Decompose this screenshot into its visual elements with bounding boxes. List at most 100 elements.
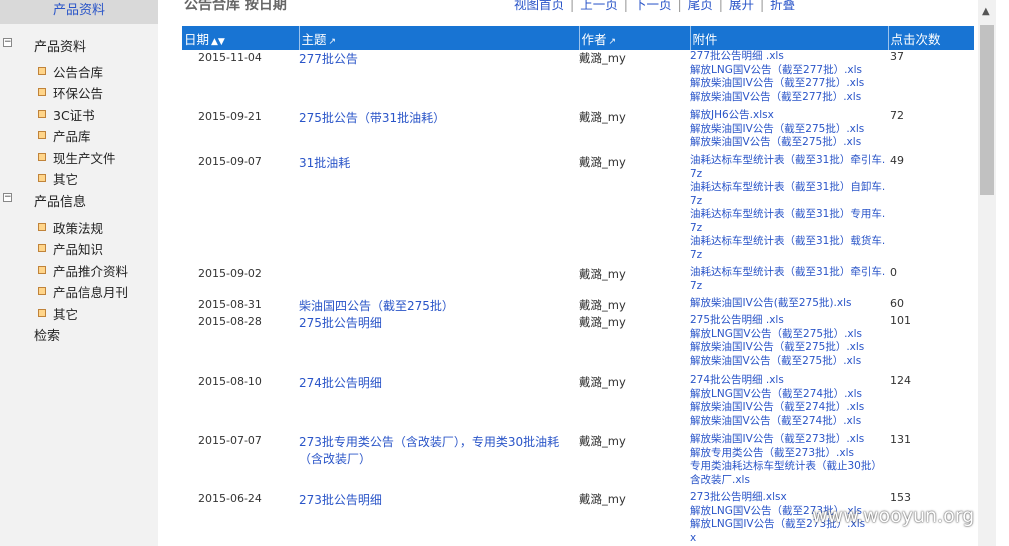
subject-link[interactable]: 31批油耗 (299, 156, 350, 170)
collapse-toggle-icon[interactable]: − (3, 193, 12, 202)
sidebar: 产品资料 − 产品资料 公告合库 环保公告 3C证书 产品库 现生产文件 其它 … (0, 0, 158, 546)
attachment-link[interactable]: 273批公告明细.xlsx (690, 491, 888, 505)
sidebar-item-notice-library[interactable]: 公告合库 (38, 62, 103, 81)
sidebar-item-policy[interactable]: 政策法规 (38, 218, 103, 237)
cell-author: 戴潞_my (579, 492, 626, 506)
sidebar-item-other-2[interactable]: 其它 (38, 304, 78, 323)
scroll-up-arrow-icon[interactable]: ▲ (982, 6, 990, 17)
attachment-link[interactable]: 275批公告明细 .xls (690, 314, 888, 328)
attachment-link[interactable]: 解放LNG国V公告（截至274批）.xls (690, 388, 888, 402)
table-row: 2015-08-31 柴油国四公告（截至275批） 戴潞_my 解放柴油国IV公告(截… (182, 297, 974, 314)
square-bullet-icon (38, 287, 46, 295)
cell-date: 2015-09-02 (198, 267, 262, 280)
subject-link[interactable]: 柴油国四公告（截至275批） (299, 299, 454, 313)
cell-author: 戴潞_my (579, 267, 626, 281)
prev-page-link[interactable]: 上一页 (580, 0, 618, 12)
attachment-link[interactable]: 专用类油耗达标车型统计表（截止30批）含改装厂.xls (690, 460, 888, 487)
square-bullet-icon (38, 67, 46, 75)
table-header-row: 日期 ▲▼ 主题 ↗ 作者 ↗ 附件 点击次数 (182, 26, 974, 50)
sidebar-item-production-docs[interactable]: 现生产文件 (38, 148, 116, 167)
sidebar-section-product-info[interactable]: − 产品信息 (0, 191, 158, 210)
watermark: www.wooyun.org (812, 505, 975, 527)
cell-author: 戴潞_my (579, 434, 626, 448)
subject-link[interactable]: 273批公告明细 (299, 493, 382, 507)
attachment-link[interactable]: 解放柴油国IV公告（截至275批）.xls (690, 341, 888, 355)
sidebar-section-product-data[interactable]: − 产品资料 (0, 36, 158, 55)
sidebar-search-link[interactable]: 检索 (34, 325, 60, 344)
attachment-link[interactable]: 解放柴油国IV公告（截至277批）.xls (690, 77, 888, 91)
sort-arrow-icon[interactable]: ↗ (609, 37, 617, 47)
sidebar-item-knowledge[interactable]: 产品知识 (38, 239, 103, 258)
cell-subject (299, 266, 579, 297)
table-row: 2015-08-10 274批公告明细 戴潞_my 274批公告明细 .xls 解放LN… (182, 374, 974, 433)
attachment-link[interactable]: 油耗达标车型统计表（截至31批）牵引车.7z (690, 266, 888, 293)
notice-table: 日期 ▲▼ 主题 ↗ 作者 ↗ 附件 点击次数 2015-11-04 277批公告戴潞_… (182, 26, 974, 545)
expand-link[interactable]: 展开 (729, 0, 754, 12)
attachment-link[interactable]: 解放柴油国IV公告（截至273批）.xls (690, 433, 888, 447)
attachment-link[interactable]: 解放LNG国V公告（截至277批）.xls (690, 64, 888, 78)
subject-link[interactable]: 274批公告明细 (299, 376, 382, 390)
attachment-link[interactable]: 解放柴油国IV公告(截至275批).xls (690, 297, 888, 311)
cell-clicks: 131 (890, 433, 911, 446)
sidebar-item-3c-cert[interactable]: 3C证书 (38, 105, 95, 124)
attachment-link[interactable]: 解放LNG国V公告（截至275批）.xls (690, 328, 888, 342)
sidebar-item-env-notice[interactable]: 环保公告 (38, 83, 103, 102)
attachment-link[interactable]: 油耗达标车型统计表（截至31批）载货车.7z (690, 235, 888, 262)
attachment-link[interactable]: 274批公告明细 .xls (690, 374, 888, 388)
table-row: 2015-07-07 273批专用类公告（含改装厂），专用类30批油耗（含改装厂）… (182, 433, 974, 491)
attachment-link[interactable]: 解放柴油国IV公告（截至275批）.xls (690, 123, 888, 137)
collapse-toggle-icon[interactable]: − (3, 38, 12, 47)
attachment-link[interactable]: 277批公告明细 .xls (690, 50, 888, 64)
cell-subject: 273批专用类公告（含改装厂），专用类30批油耗（含改装厂） (299, 433, 579, 491)
sidebar-item-other[interactable]: 其它 (38, 169, 78, 188)
cell-date: 2015-08-31 (198, 298, 262, 311)
cell-attachments: 274批公告明细 .xls 解放LNG国V公告（截至274批）.xls 解放柴油国I… (690, 374, 888, 433)
subject-link[interactable]: 277批公告 (299, 52, 358, 66)
view-pager: 视图首页 | 上一页 | 下一页 | 尾页 | 展开 | 折叠 (514, 0, 795, 13)
attachment-link[interactable]: 解放柴油国IV公告（截至274批）.xls (690, 401, 888, 415)
column-header-clicks: 点击次数 (888, 26, 974, 50)
cell-clicks: 101 (890, 314, 911, 327)
subject-link[interactable]: 273批专用类公告（含改装厂），专用类30批油耗（含改装厂） (299, 435, 559, 466)
last-page-link[interactable]: 尾页 (688, 0, 713, 12)
attachment-link[interactable]: 解放柴油国V公告（截至275批）.xls (690, 355, 888, 369)
cell-author: 戴潞_my (579, 375, 626, 389)
column-header-date[interactable]: 日期 ▲▼ (182, 26, 300, 50)
cell-clicks: 72 (890, 109, 904, 122)
column-header-attachments: 附件 (690, 26, 889, 50)
attachment-link[interactable]: 解放JH6公告.xlsx (690, 109, 888, 123)
column-header-subject[interactable]: 主题 ↗ (299, 26, 580, 50)
cell-date: 2015-11-04 (198, 51, 262, 64)
attachment-link[interactable]: 油耗达标车型统计表（截至31批）牵引车.7z (690, 154, 888, 181)
subject-link[interactable]: 275批公告明细 (299, 316, 382, 330)
attachment-link[interactable]: 油耗达标车型统计表（截至31批）专用车.7z (690, 208, 888, 235)
sidebar-item-promo[interactable]: 产品推介资料 (38, 261, 128, 280)
square-bullet-icon (38, 88, 46, 96)
cell-clicks: 0 (890, 266, 897, 279)
sidebar-item-product-library[interactable]: 产品库 (38, 126, 91, 145)
first-page-link[interactable]: 视图首页 (514, 0, 564, 12)
cell-subject: 273批公告明细 (299, 491, 579, 545)
subject-link[interactable]: 275批公告（带31批油耗） (299, 111, 445, 125)
cell-attachments: 解放柴油国IV公告（截至273批）.xls 解放专用类公告（截至273批）.xls… (690, 433, 888, 491)
collapse-link[interactable]: 折叠 (770, 0, 795, 12)
square-bullet-icon (38, 153, 46, 161)
next-page-link[interactable]: 下一页 (634, 0, 672, 12)
attachment-link[interactable]: 解放柴油国V公告（截至275批）.xls (690, 136, 888, 150)
scrollbar-thumb[interactable] (980, 25, 994, 195)
attachment-link[interactable]: 油耗达标车型统计表（截至31批）自卸车.7z (690, 181, 888, 208)
sidebar-header[interactable]: 产品资料 (0, 0, 158, 24)
sidebar-item-monthly[interactable]: 产品信息月刊 (38, 282, 128, 301)
sort-icon[interactable]: ▲▼ (211, 37, 225, 47)
cell-clicks: 60 (890, 297, 904, 310)
column-header-author[interactable]: 作者 ↗ (579, 26, 691, 50)
attachment-link[interactable]: 解放柴油国V公告（截至277批）.xls (690, 91, 888, 105)
attachment-link[interactable]: x (690, 532, 888, 546)
cell-subject: 274批公告明细 (299, 374, 579, 433)
vertical-scrollbar[interactable]: ▲ (978, 0, 996, 546)
page-title: 公告合库 按日期 (184, 0, 287, 13)
attachment-link[interactable]: 解放专用类公告（截至273批）.xls (690, 447, 888, 461)
attachment-link[interactable]: 解放柴油国V公告（截至274批）.xls (690, 415, 888, 429)
sort-arrow-icon[interactable]: ↗ (329, 37, 337, 47)
cell-attachments: 277批公告明细 .xls 解放LNG国V公告（截至277批）.xls 解放柴油国I… (690, 50, 888, 109)
